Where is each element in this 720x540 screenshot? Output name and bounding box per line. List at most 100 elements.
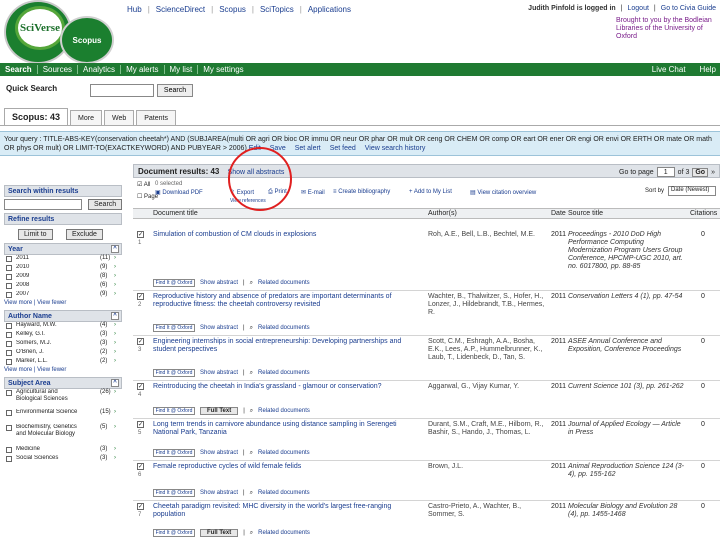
year-view-more[interactable]: View more | View fewer xyxy=(4,300,122,310)
exclude-button[interactable]: Exclude xyxy=(66,229,103,240)
arrow-icon[interactable]: › xyxy=(114,424,116,430)
show-abstract-link[interactable]: Show abstract xyxy=(200,325,238,331)
document-title-link[interactable]: Female reproductive cycles of wild femal… xyxy=(153,463,421,471)
facet-checkbox[interactable] xyxy=(6,332,12,338)
download-pdf-button[interactable]: ▣ Download PDF xyxy=(155,189,203,196)
facet-row[interactable]: O'Brien, J. (2) › xyxy=(4,349,122,358)
arrow-icon[interactable]: › xyxy=(114,264,116,270)
arrow-icon[interactable]: › xyxy=(114,340,116,346)
arrow-icon[interactable]: › xyxy=(114,322,116,328)
top-link-hub[interactable]: Hub xyxy=(127,5,142,14)
author-facet-header[interactable]: Author Name ^ xyxy=(4,310,122,322)
arrow-icon[interactable]: › xyxy=(114,358,116,364)
author-view-more[interactable]: View more | View fewer xyxy=(4,367,122,377)
collapse-icon[interactable]: ^ xyxy=(111,245,119,253)
find-it-button[interactable]: Find It @ Oxford xyxy=(153,279,195,287)
document-title-link[interactable]: Cheetah paradigm revisited: MHC diversit… xyxy=(153,503,421,519)
arrow-icon[interactable]: › xyxy=(114,389,116,395)
arrow-icon[interactable]: › xyxy=(114,349,116,355)
nav-search[interactable]: Search xyxy=(0,65,38,74)
facet-checkbox[interactable] xyxy=(6,292,12,298)
facet-checkbox[interactable] xyxy=(6,410,12,416)
facet-row[interactable]: Social Sciences (3) › xyxy=(4,455,122,464)
facet-row[interactable]: 2011 (11) › xyxy=(4,255,122,264)
document-title-link[interactable]: Engineering internships in social entrep… xyxy=(153,338,421,354)
guide-link[interactable]: Go to Civia Guide xyxy=(661,5,716,12)
row-checkbox[interactable]: ✓ xyxy=(137,463,144,470)
document-title-link[interactable]: Simulation of combustion of CM clouds in… xyxy=(153,231,421,239)
related-documents-link[interactable]: Related documents xyxy=(258,490,310,496)
go-button[interactable]: Go xyxy=(692,167,709,177)
document-title-link[interactable]: Reproductive history and absence of pred… xyxy=(153,293,421,309)
facet-row[interactable]: Hayward, M.W. (4) › xyxy=(4,322,122,331)
col-citations[interactable]: Citations xyxy=(690,210,717,217)
facet-row[interactable]: Medicine (3) › xyxy=(4,446,122,455)
top-link-scitopics[interactable]: SciTopics xyxy=(260,5,294,14)
full-text-button[interactable]: Full Text xyxy=(200,529,239,537)
row-checkbox[interactable]: ✓ xyxy=(137,293,144,300)
related-documents-link[interactable]: Related documents xyxy=(258,530,310,536)
facet-checkbox[interactable] xyxy=(6,447,12,453)
query-history-link[interactable]: View search history xyxy=(365,145,426,152)
row-checkbox[interactable]: ✓ xyxy=(137,338,144,345)
facet-row[interactable]: Somers, M.J. (3) › xyxy=(4,340,122,349)
col-document-title[interactable]: Document title xyxy=(153,210,198,217)
show-abstract-link[interactable]: Show abstract xyxy=(200,280,238,286)
col-authors[interactable]: Author(s) xyxy=(428,210,457,217)
sort-select[interactable]: Date (Newest) xyxy=(668,186,716,196)
nav-sources[interactable]: Sources xyxy=(38,65,79,74)
facet-row[interactable]: 2007 (9) › xyxy=(4,291,122,300)
arrow-icon[interactable]: › xyxy=(114,455,116,461)
document-title-link[interactable]: Long term trends in carnivore abundance … xyxy=(153,421,421,437)
facet-checkbox[interactable] xyxy=(6,456,12,462)
arrow-icon[interactable]: › xyxy=(114,255,116,261)
query-alert-link[interactable]: Set alert xyxy=(295,145,321,152)
col-date[interactable]: Date xyxy=(551,210,566,217)
row-checkbox[interactable]: ✓ xyxy=(137,383,144,390)
related-documents-link[interactable]: Related documents xyxy=(258,370,310,376)
logout-link[interactable]: Logout xyxy=(628,5,649,12)
facet-checkbox[interactable] xyxy=(6,359,12,365)
limit-to-button[interactable]: Limit to xyxy=(18,229,53,240)
facet-checkbox[interactable] xyxy=(6,323,12,329)
nav-analytics[interactable]: Analytics xyxy=(78,65,122,74)
facet-checkbox[interactable] xyxy=(6,256,12,262)
nav-my-alerts[interactable]: My alerts xyxy=(121,65,165,74)
facet-checkbox[interactable] xyxy=(6,350,12,356)
quick-search-input[interactable] xyxy=(90,84,154,97)
full-text-button[interactable]: Full Text xyxy=(200,407,239,415)
tab-patents[interactable]: Patents xyxy=(136,110,176,125)
year-facet-header[interactable]: Year ^ xyxy=(4,243,122,255)
related-documents-link[interactable]: Related documents xyxy=(258,325,310,331)
facet-row[interactable]: Environmental Science (15) › xyxy=(4,409,122,424)
facet-checkbox[interactable] xyxy=(6,390,12,396)
col-source-title[interactable]: Source title xyxy=(568,210,603,217)
related-documents-link[interactable]: Related documents xyxy=(258,408,310,414)
facet-row[interactable]: Biochemistry, Genetics and Molecular Bio… xyxy=(4,424,122,446)
facet-row[interactable]: 2010 (9) › xyxy=(4,264,122,273)
live-chat-link[interactable]: Live Chat xyxy=(652,65,686,74)
facet-row[interactable]: Agricultural and Biological Sciences (26)… xyxy=(4,389,122,409)
facet-checkbox[interactable] xyxy=(6,425,12,431)
create-bibliography-button[interactable]: ≡ Create bibliography xyxy=(333,189,390,195)
document-title-link[interactable]: Reintroducing the cheetah in India's gra… xyxy=(153,383,421,391)
facet-row[interactable]: 2008 (6) › xyxy=(4,282,122,291)
show-abstract-link[interactable]: Show abstract xyxy=(200,370,238,376)
scopus-badge[interactable]: Scopus xyxy=(60,16,114,64)
arrow-icon[interactable]: › xyxy=(114,282,116,288)
citation-overview-button[interactable]: ▤ View citation overview xyxy=(470,189,536,196)
facet-row[interactable]: Marker, L.L. (2) › xyxy=(4,358,122,367)
arrow-icon[interactable]: › xyxy=(114,446,116,452)
nav-my-list[interactable]: My list xyxy=(165,65,199,74)
collapse-icon[interactable]: ^ xyxy=(111,379,119,387)
subject-facet-header[interactable]: Subject Area ^ xyxy=(4,377,122,389)
quick-search-button[interactable]: Search xyxy=(157,84,193,97)
page-input[interactable]: 1 xyxy=(656,167,675,177)
arrow-icon[interactable]: › xyxy=(114,331,116,337)
search-within-input[interactable] xyxy=(4,199,82,210)
tab-web[interactable]: Web xyxy=(103,110,135,125)
search-within-button[interactable]: Search xyxy=(88,199,123,210)
facet-checkbox[interactable] xyxy=(6,341,12,347)
next-page-icon[interactable]: » xyxy=(711,169,715,176)
row-checkbox[interactable]: ✓ xyxy=(137,503,144,510)
